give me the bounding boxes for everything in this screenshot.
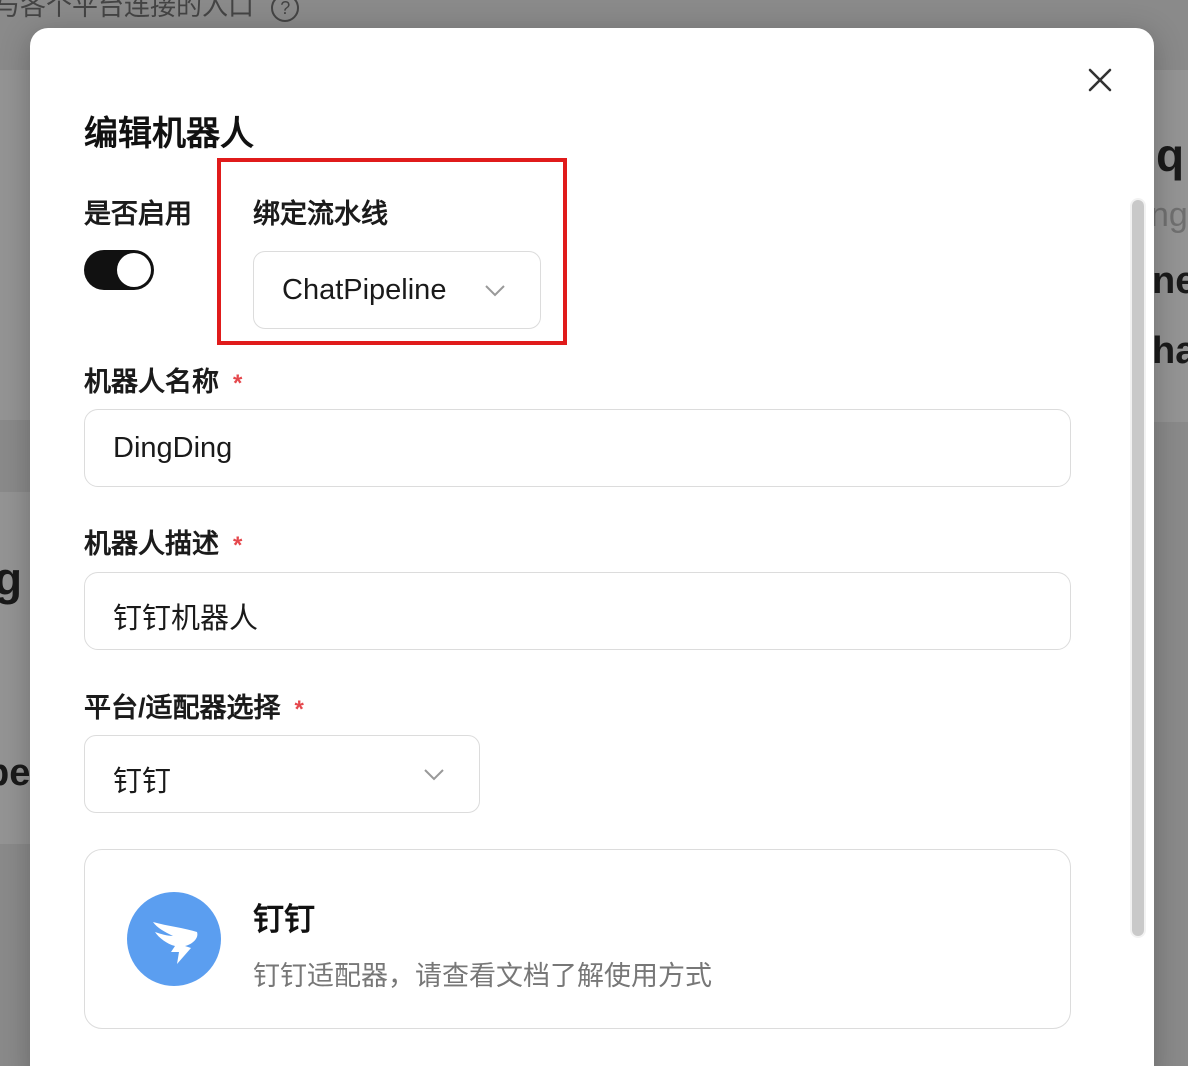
enabled-label: 是否启用 — [84, 199, 192, 229]
adapter-card-description: 钉钉适配器，请查看文档了解使用方式 — [253, 961, 712, 991]
pipeline-select-value: ChatPipeline — [282, 274, 447, 306]
bot-description-value: 钉钉机器人 — [113, 603, 259, 635]
bot-name-value: DingDing — [113, 432, 233, 464]
close-icon — [1088, 68, 1112, 92]
background-fragment: pe — [0, 752, 31, 794]
bot-description-input[interactable]: 钉钉机器人 — [84, 572, 1071, 650]
adapter-card-title: 钉钉 — [253, 902, 315, 937]
adapter-info-card: 钉钉 钉钉适配器，请查看文档了解使用方式 — [84, 849, 1071, 1029]
background-fragment: ne — [1152, 260, 1188, 302]
background-fragment: ng — [1150, 196, 1188, 234]
chevron-down-icon — [424, 769, 444, 781]
bot-description-label: 机器人描述 * — [84, 522, 242, 561]
required-mark: * — [294, 696, 304, 723]
close-button[interactable] — [1084, 64, 1116, 96]
background-fragment: q — [1156, 129, 1185, 181]
bot-name-label-text: 机器人名称 — [84, 367, 219, 397]
chevron-down-icon — [485, 285, 505, 297]
required-mark: * — [233, 532, 243, 559]
bot-name-label: 机器人名称 * — [84, 360, 242, 399]
modal-title: 编辑机器人 — [84, 115, 254, 153]
pipeline-select[interactable]: ChatPipeline — [253, 251, 541, 329]
adapter-label-text: 平台/适配器选择 — [84, 693, 281, 723]
edit-bot-modal: 编辑机器人 是否启用 绑定流水线 ChatPipeline 机器人名称 * Din… — [30, 28, 1154, 1066]
pipeline-label: 绑定流水线 — [253, 199, 388, 229]
help-icon: ? — [271, 0, 300, 23]
background-header-text: 与各个平台连接的入口 ? — [0, 0, 300, 23]
bot-description-label-text: 机器人描述 — [84, 529, 219, 559]
adapter-select-value: 钉钉 — [113, 766, 172, 798]
dingtalk-logo-icon — [127, 892, 221, 986]
background-fragment: ha — [1152, 330, 1188, 372]
modal-scrollbar[interactable] — [1130, 198, 1146, 938]
background-fragment: g — [0, 553, 23, 605]
scrollbar-thumb[interactable] — [1132, 200, 1144, 936]
adapter-label: 平台/适配器选择 * — [84, 686, 304, 725]
toggle-knob — [117, 253, 151, 287]
required-mark: * — [233, 370, 243, 397]
enabled-toggle[interactable] — [84, 250, 154, 290]
adapter-select[interactable]: 钉钉 — [84, 735, 480, 813]
bot-name-input[interactable]: DingDing — [84, 409, 1071, 487]
